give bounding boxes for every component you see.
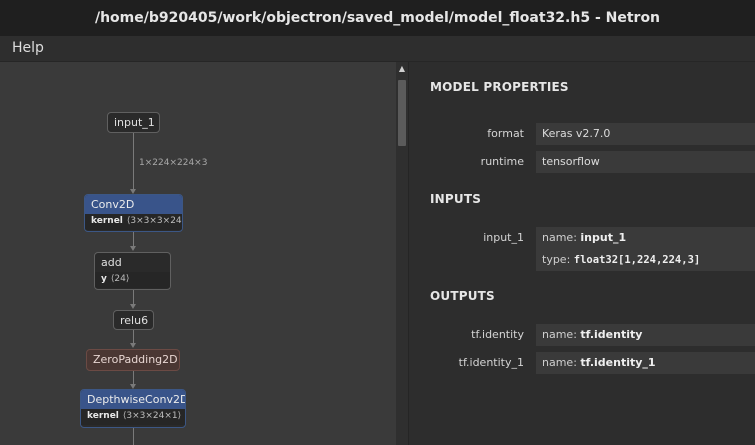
runtime-value: tensorflow xyxy=(536,151,755,173)
attribute-value: ⟨3×3×24×1⟩ xyxy=(122,411,182,421)
output-1-label: tf.identity xyxy=(471,328,524,341)
outputs-title: OUTPUTS xyxy=(430,289,495,303)
node-add[interactable]: add y ⟨24⟩ xyxy=(94,252,171,290)
input-type-key: type: xyxy=(542,253,571,266)
window-title: /home/b920405/work/objectron/saved_model… xyxy=(94,10,661,26)
attribute-value: ⟨24⟩ xyxy=(110,274,130,284)
attribute-name: y xyxy=(101,274,107,284)
input-1-name-box[interactable]: name: input_1 xyxy=(536,227,755,249)
runtime-text: tensorflow xyxy=(542,155,600,168)
edge-label-input-shape: 1×224×224×3 xyxy=(139,158,208,168)
input-1-label: input_1 xyxy=(483,231,524,244)
output-2-key: name: xyxy=(542,356,577,369)
node-input-1[interactable]: input_1 xyxy=(107,112,160,133)
scroll-up-arrow-icon[interactable]: ▲ xyxy=(396,64,408,73)
inputs-title: INPUTS xyxy=(430,192,482,206)
edge-arrow xyxy=(130,343,136,348)
graph-canvas[interactable]: 1×224×224×3 input_1 Conv2D kernel ⟨3×3×3×… xyxy=(0,62,396,445)
node-label: ZeroPadding2D xyxy=(93,353,178,366)
model-properties-title: MODEL PROPERTIES xyxy=(430,80,569,94)
input-type-value: float32[1,224,224,3] xyxy=(573,254,701,266)
input-1-type-box: type: float32[1,224,224,3] xyxy=(536,249,755,271)
node-label: input_1 xyxy=(114,116,155,129)
edge-arrow xyxy=(130,304,136,309)
properties-sidebar: MODEL PROPERTIES format Keras v2.7.0 run… xyxy=(408,62,755,445)
attribute-value: ⟨3×3×3×24⟩ xyxy=(126,216,183,226)
node-attribute: y ⟨24⟩ xyxy=(95,272,170,288)
format-text: Keras v2.7.0 xyxy=(542,127,611,140)
output-2-name-box[interactable]: name: tf.identity_1 xyxy=(536,352,755,374)
attribute-name: kernel xyxy=(87,411,119,421)
scrollbar-thumb[interactable] xyxy=(398,80,406,146)
edge-input-conv2d xyxy=(133,133,134,191)
node-attribute: kernel ⟨3×3×24×1⟩ xyxy=(81,409,185,425)
output-2-label: tf.identity_1 xyxy=(458,356,524,369)
node-conv2d[interactable]: Conv2D kernel ⟨3×3×3×24⟩ xyxy=(84,194,183,232)
node-relu6[interactable]: relu6 xyxy=(113,310,154,330)
format-label: format xyxy=(487,127,524,140)
node-depthwiseconv2d[interactable]: DepthwiseConv2D kernel ⟨3×3×24×1⟩ xyxy=(80,389,186,428)
window-title-bar: /home/b920405/work/objectron/saved_model… xyxy=(0,0,755,36)
node-label: DepthwiseConv2D xyxy=(81,390,185,409)
runtime-label: runtime xyxy=(480,155,524,168)
output-1-key: name: xyxy=(542,328,577,341)
node-label: Conv2D xyxy=(85,195,182,214)
menu-bar: Help xyxy=(0,36,755,62)
node-label: add xyxy=(101,256,122,269)
node-label: relu6 xyxy=(120,314,149,327)
menu-item-help[interactable]: Help xyxy=(12,40,44,56)
input-name-key: name: xyxy=(542,231,577,244)
edge-depthwise-next xyxy=(133,428,134,445)
output-1-name-box[interactable]: name: tf.identity xyxy=(536,324,755,346)
input-name-value: input_1 xyxy=(580,231,627,244)
node-attribute: kernel ⟨3×3×3×24⟩ xyxy=(85,214,182,230)
output-1-value: tf.identity xyxy=(580,328,643,341)
graph-scrollbar[interactable]: ▲ xyxy=(396,62,408,445)
attribute-name: kernel xyxy=(91,216,123,226)
edge-arrow xyxy=(130,246,136,251)
output-2-value: tf.identity_1 xyxy=(580,356,656,369)
node-zeropadding2d[interactable]: ZeroPadding2D xyxy=(86,349,180,371)
format-value: Keras v2.7.0 xyxy=(536,123,755,145)
